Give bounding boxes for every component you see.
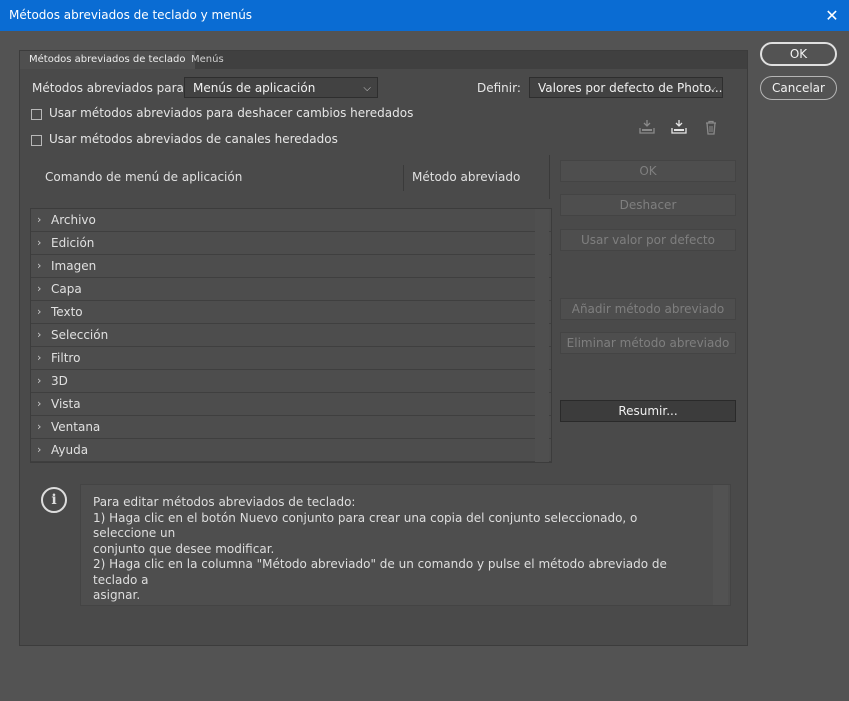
tree-row-seleccion[interactable]: › Selección <box>31 324 551 347</box>
shortcuts-for-value: Menús de aplicación <box>193 81 316 95</box>
tab-bar: Métodos abreviados de teclado Menús <box>20 51 747 69</box>
channels-legacy-checkbox[interactable] <box>31 135 42 146</box>
tree-row-label: Imagen <box>51 259 97 273</box>
window-title: Métodos abreviados de teclado y menús <box>9 8 253 22</box>
info-scrollbar[interactable] <box>713 485 728 605</box>
tree-row-archivo[interactable]: › Archivo <box>31 209 551 232</box>
ok-button[interactable]: OK <box>760 42 837 66</box>
chevron-right-icon: › <box>37 213 42 226</box>
chevron-right-icon: › <box>37 328 42 341</box>
tree-row-label: Capa <box>51 282 82 296</box>
tree-row-label: Edición <box>51 236 95 250</box>
undo-button[interactable]: Deshacer <box>560 194 736 216</box>
tab-keyboard-shortcuts[interactable]: Métodos abreviados de teclado <box>20 51 195 69</box>
tree-row-label: Filtro <box>51 351 81 365</box>
tree-row-edicion[interactable]: › Edición <box>31 232 551 255</box>
tree-row-ayuda[interactable]: › Ayuda <box>31 439 551 462</box>
save-set-icon[interactable] <box>639 119 655 135</box>
tree-scrollbar[interactable] <box>535 209 549 462</box>
chevron-right-icon: › <box>37 259 42 272</box>
info-icon: i <box>41 487 67 513</box>
shortcut-ok-button[interactable]: OK <box>560 160 736 182</box>
tree-row-label: Texto <box>51 305 83 319</box>
chevron-right-icon: › <box>37 374 42 387</box>
main-panel: Métodos abreviados de teclado Menús Méto… <box>19 50 748 646</box>
tree-row-3d[interactable]: › 3D <box>31 370 551 393</box>
chevron-right-icon: › <box>37 397 42 410</box>
use-default-button[interactable]: Usar valor por defecto <box>560 229 736 251</box>
tree-row-imagen[interactable]: › Imagen <box>31 255 551 278</box>
chevron-down-icon: ⌵ <box>363 83 371 94</box>
tree-row-label: 3D <box>51 374 68 388</box>
close-icon[interactable]: ✕ <box>815 0 849 31</box>
chevron-right-icon: › <box>37 420 42 433</box>
commands-tree: › Archivo › Edición › Imagen › Capa › Texto ›… <box>30 208 552 463</box>
define-select[interactable]: Valores por defecto de Photo... ⌵ <box>529 77 723 98</box>
chevron-right-icon: › <box>37 443 42 456</box>
tree-row-label: Ayuda <box>51 443 89 457</box>
chevron-right-icon: › <box>37 351 42 364</box>
info-text: Para editar métodos abreviados de teclad… <box>93 495 667 605</box>
add-shortcut-button[interactable]: Añadir método abreviado <box>560 298 736 320</box>
tree-row-vista[interactable]: › Vista <box>31 393 551 416</box>
shortcuts-for-select[interactable]: Menús de aplicación ⌵ <box>184 77 378 98</box>
undo-legacy-label: Usar métodos abreviados para deshacer ca… <box>49 106 414 120</box>
delete-shortcut-button[interactable]: Eliminar método abreviado <box>560 332 736 354</box>
command-column-header[interactable]: Comando de menú de aplicación <box>45 170 242 184</box>
info-box: Para editar métodos abreviados de teclad… <box>80 484 731 606</box>
tree-row-texto[interactable]: › Texto <box>31 301 551 324</box>
column-divider <box>403 165 404 191</box>
channels-legacy-label: Usar métodos abreviados de canales hered… <box>49 132 338 146</box>
summarize-button[interactable]: Resumir... <box>560 400 736 422</box>
shortcut-column-header[interactable]: Método abreviado <box>412 170 520 184</box>
delete-set-icon[interactable] <box>703 120 719 136</box>
tree-row-capa[interactable]: › Capa <box>31 278 551 301</box>
define-label: Definir: <box>477 81 521 95</box>
tree-row-ventana[interactable]: › Ventana <box>31 416 551 439</box>
column-divider <box>549 155 550 199</box>
tree-row-label: Archivo <box>51 213 96 227</box>
cancel-button[interactable]: Cancelar <box>760 76 837 100</box>
tree-row-label: Vista <box>51 397 81 411</box>
chevron-right-icon: › <box>37 282 42 295</box>
undo-legacy-checkbox[interactable] <box>31 109 42 120</box>
chevron-right-icon: › <box>37 236 42 249</box>
new-set-icon[interactable] <box>671 119 687 135</box>
chevron-right-icon: › <box>37 305 42 318</box>
chevron-down-icon: ⌵ <box>708 83 716 94</box>
tab-menus[interactable]: Menús <box>182 51 233 69</box>
title-bar: Métodos abreviados de teclado y menús ✕ <box>0 0 849 31</box>
define-value: Valores por defecto de Photo... <box>538 81 723 95</box>
tree-row-label: Ventana <box>51 420 101 434</box>
tree-row-label: Selección <box>51 328 109 342</box>
tree-row-filtro[interactable]: › Filtro <box>31 347 551 370</box>
shortcuts-for-label: Métodos abreviados para: <box>32 81 188 95</box>
